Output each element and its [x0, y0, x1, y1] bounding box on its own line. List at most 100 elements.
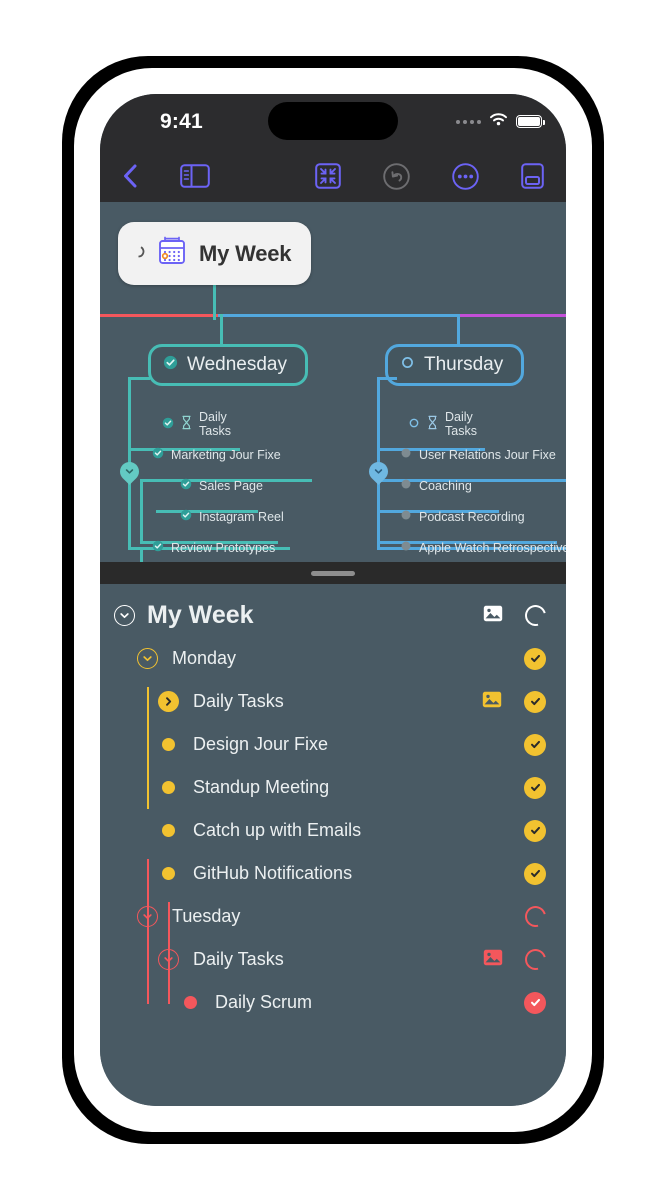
calendar-icon: [155, 234, 189, 273]
check-circle-filled-icon[interactable]: [524, 733, 546, 756]
mindmap-leaf-label: Marketing Jour Fixe: [171, 447, 281, 462]
mindmap-leaf[interactable]: Podcast Recording: [400, 509, 525, 524]
filled-circle-icon: [400, 447, 412, 462]
mindmap-node-thursday[interactable]: Thursday: [385, 344, 525, 386]
undo-icon[interactable]: [383, 162, 410, 190]
check-circle-icon: [162, 417, 174, 432]
trunk-line-blue: [218, 314, 460, 317]
signal-dots-icon: [456, 119, 481, 124]
phone-screen: 9:41 My Week Wednesday Daily Tasks Marke…: [100, 94, 566, 1106]
outline-row-github-notifications[interactable]: GitHub Notifications: [100, 852, 566, 895]
mindmap-leaf[interactable]: Daily Tasks: [162, 410, 231, 438]
progress-ring-icon[interactable]: [521, 945, 550, 974]
chevron-right-icon[interactable]: [158, 691, 179, 712]
check-circle-icon: [180, 509, 192, 524]
mindmap-leaf[interactable]: Review Prototypes: [152, 540, 275, 555]
mindmap-leaf-label: Apple Watch Retrospective: [419, 540, 566, 555]
check-circle-icon: [163, 355, 178, 375]
inspector-panel-icon[interactable]: [521, 163, 544, 189]
status-bar: 9:41: [100, 94, 566, 150]
outline-row-daily-scrum[interactable]: Daily Scrum: [100, 981, 566, 1024]
check-circle-filled-icon[interactable]: [524, 862, 546, 885]
chevron-down-icon[interactable]: [158, 949, 179, 970]
check-circle-filled-icon[interactable]: [524, 991, 546, 1014]
dynamic-island: [268, 102, 398, 140]
mindmap-leaf[interactable]: Instagram Reel: [180, 509, 284, 524]
check-circle-filled-icon[interactable]: [524, 690, 546, 713]
outline-list[interactable]: My Week Monday Daily Tasks Design Jour F…: [100, 584, 566, 1106]
check-circle-filled-icon[interactable]: [524, 647, 546, 670]
bullet-icon: [184, 996, 197, 1009]
hourglass-icon: [181, 415, 192, 433]
mindmap-node-label: Thursday: [424, 354, 504, 375]
mindmap-root-node[interactable]: My Week: [118, 222, 312, 285]
check-circle-icon: [180, 478, 192, 493]
mindmap-node-wednesday[interactable]: Wednesday: [148, 344, 308, 386]
battery-icon: [516, 115, 545, 128]
wifi-icon: [489, 112, 508, 131]
chevron-down-icon[interactable]: [137, 648, 158, 669]
mindmap-root-title: My Week: [199, 240, 292, 266]
outline-row-my-week[interactable]: My Week: [100, 594, 566, 637]
outline-row-standup-meeting[interactable]: Standup Meeting: [100, 766, 566, 809]
outline-row-monday[interactable]: Monday: [100, 637, 566, 680]
outline-row-catch-up-emails[interactable]: Catch up with Emails: [100, 809, 566, 852]
check-circle-filled-icon[interactable]: [524, 819, 546, 842]
more-circle-icon[interactable]: [452, 162, 479, 190]
sidebar-toggle-icon[interactable]: [180, 164, 210, 188]
collapse-badge-wednesday[interactable]: [116, 458, 143, 485]
photo-icon[interactable]: [483, 605, 503, 627]
outline-row-daily-tasks-mon[interactable]: Daily Tasks: [100, 680, 566, 723]
wed-spine: [128, 378, 131, 450]
check-circle-icon: [152, 447, 164, 462]
mindmap-leaf[interactable]: Apple Watch Retrospective: [400, 540, 566, 555]
mindmap-leaf-label: Podcast Recording: [419, 509, 525, 524]
mindmap-canvas[interactable]: My Week Wednesday Daily Tasks Marketing …: [100, 202, 566, 562]
photo-icon[interactable]: [483, 949, 503, 971]
outline-row-design-jour-fixe[interactable]: Design Jour Fixe: [100, 723, 566, 766]
split-divider[interactable]: [100, 562, 566, 584]
back-chevron-icon[interactable]: [122, 163, 138, 189]
mindmap-leaf-label: Review Prototypes: [171, 540, 276, 555]
mindmap-leaf[interactable]: User Relations Jour Fixe: [400, 447, 556, 462]
mindmap-node-label: Wednesday: [187, 354, 287, 375]
thu-spine: [377, 378, 380, 450]
mindmap-leaf[interactable]: Coaching: [400, 478, 472, 493]
outline-row-accessories: [482, 690, 546, 713]
mindmap-leaf-label: Instagram Reel: [199, 509, 284, 524]
mindmap-leaf[interactable]: Daily Tasks: [408, 410, 477, 438]
bullet-icon: [162, 781, 175, 794]
mindmap-leaf-label: Daily Tasks: [199, 410, 231, 438]
thu-conn-0: [377, 377, 397, 380]
drag-handle-icon[interactable]: [311, 570, 355, 576]
mindmap-leaf-label: Sales Page: [199, 478, 263, 493]
chevron-down-icon[interactable]: [137, 906, 158, 927]
filled-circle-icon: [400, 478, 412, 493]
trunk-line-purple: [458, 314, 566, 317]
outline-row-title: GitHub Notifications: [193, 863, 353, 883]
chevron-down-icon[interactable]: [114, 605, 135, 626]
outline-row-title: Monday: [172, 648, 237, 668]
outline-row-title: Design Jour Fixe: [193, 734, 329, 754]
outline-row-title: Daily Tasks: [193, 691, 284, 711]
wed-spine-3: [140, 479, 143, 541]
outline-row-accessories: [524, 733, 546, 756]
outline-row-accessories: [524, 776, 546, 799]
check-circle-filled-icon[interactable]: [524, 776, 546, 799]
progress-ring-icon[interactable]: [521, 601, 550, 630]
hourglass-icon: [427, 415, 438, 433]
collapse-arrows-icon[interactable]: [315, 163, 341, 189]
empty-circle-icon: [408, 417, 420, 432]
outline-row-accessories: [483, 945, 550, 974]
trunk-line-red: [100, 314, 218, 317]
outline-row-daily-tasks-tue[interactable]: Daily Tasks: [100, 938, 566, 981]
outline-row-title: My Week: [147, 601, 254, 629]
outline-row-accessories: [521, 902, 550, 931]
outline-row-accessories: [524, 819, 546, 842]
check-circle-icon: [152, 540, 164, 555]
outline-row-tuesday[interactable]: Tuesday: [100, 895, 566, 938]
photo-icon[interactable]: [482, 691, 502, 713]
progress-ring-icon[interactable]: [521, 902, 550, 931]
mindmap-leaf[interactable]: Sales Page: [180, 478, 263, 493]
mindmap-leaf[interactable]: Marketing Jour Fixe: [152, 447, 281, 462]
